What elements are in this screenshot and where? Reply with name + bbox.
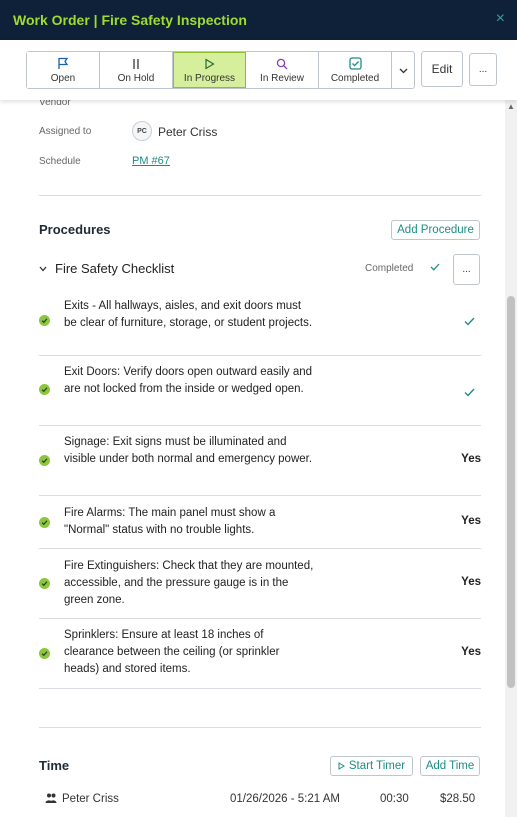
magnifier-icon [276, 57, 288, 71]
check-circle-icon [39, 384, 50, 395]
time-entry-person: Peter Criss [62, 793, 119, 805]
checkmark-icon [430, 262, 440, 274]
procedure-item-text: Signage: Exit signs must be illuminated … [64, 436, 313, 465]
checklist-title[interactable]: Fire Safety Checklist [55, 261, 174, 276]
status-in-review-label: In Review [260, 72, 304, 84]
status-open-label: Open [50, 72, 76, 84]
add-time-button[interactable]: Add Time [420, 756, 480, 776]
checkmark-icon[interactable] [464, 385, 475, 400]
procedure-answer[interactable]: Yes [461, 576, 481, 588]
procedure-item-text: Exits - All hallways, aisles, and exit d… [64, 300, 313, 329]
chevron-down-icon[interactable] [39, 264, 47, 275]
procedure-item: Exit Doors: Verify doors open outward ea… [39, 356, 481, 426]
procedure-item-text: Fire Alarms: The main panel must show a … [64, 507, 276, 536]
checklist-more-button[interactable]: ... [453, 254, 480, 285]
status-on-hold-label: On Hold [117, 72, 155, 84]
pause-icon [131, 57, 141, 71]
schedule-label: Schedule [39, 156, 81, 167]
title-bar: Work Order | Fire Safety Inspection × [0, 0, 517, 40]
checkmark-icon[interactable] [464, 314, 475, 329]
divider [39, 195, 481, 196]
time-entry-duration: 00:30 [380, 793, 409, 805]
check-circle-icon [39, 578, 50, 589]
status-completed-button[interactable]: Completed [319, 52, 392, 88]
check-circle-icon [39, 315, 50, 326]
schedule-link[interactable]: PM #67 [132, 155, 170, 167]
procedure-answer[interactable]: Yes [461, 453, 481, 465]
start-timer-button[interactable]: Start Timer [330, 756, 413, 776]
scroll-up-arrow-icon[interactable]: ▲ [507, 102, 515, 111]
status-dropdown-button[interactable] [392, 52, 414, 88]
procedures-heading: Procedures [39, 222, 111, 237]
status-toolbar: Open On Hold In Progress In Review Compl… [0, 40, 517, 100]
status-in-progress-label: In Progress [183, 72, 236, 84]
checklist-status: Completed [365, 263, 414, 274]
check-circle-icon [39, 517, 50, 528]
status-on-hold-button[interactable]: On Hold [100, 52, 173, 88]
scrollbar-thumb[interactable] [507, 296, 515, 688]
procedure-item: Sprinklers: Ensure at least 18 inches of… [39, 619, 481, 689]
chevron-down-icon [399, 61, 408, 79]
procedure-item: Fire Alarms: The main panel must show a … [39, 496, 481, 549]
status-button-group: Open On Hold In Progress In Review Compl… [26, 51, 415, 89]
procedure-item: Fire Extinguishers: Check that they are … [39, 549, 481, 619]
procedure-item: Signage: Exit signs must be illuminated … [39, 426, 481, 496]
procedure-item-text: Fire Extinguishers: Check that they are … [64, 560, 314, 606]
status-open-button[interactable]: Open [27, 52, 100, 88]
procedure-item: Exits - All hallways, aisles, and exit d… [39, 292, 481, 356]
play-icon [338, 762, 345, 770]
status-in-review-button[interactable]: In Review [246, 52, 319, 88]
play-icon [204, 57, 215, 71]
check-circle-icon [39, 455, 50, 466]
avatar: PC [132, 121, 152, 141]
vendor-label: Vendor [39, 100, 71, 108]
edit-button[interactable]: Edit [421, 51, 463, 87]
scrollbar[interactable]: ▲ [505, 100, 517, 817]
check-circle-icon [39, 648, 50, 659]
check-square-icon [348, 57, 362, 71]
close-icon[interactable]: × [496, 10, 505, 28]
checklist-header: Fire Safety Checklist Completed ... [39, 254, 481, 286]
status-in-progress-button[interactable]: In Progress [173, 52, 246, 88]
window-title: Work Order | Fire Safety Inspection [13, 12, 247, 28]
flag-icon [57, 57, 69, 71]
work-order-content: Vendor Assigned to PC Peter Criss Schedu… [0, 100, 505, 817]
time-entry-row[interactable]: Peter Criss 01/26/2026 - 5:21 AM 00:30 $… [39, 790, 481, 810]
divider [39, 727, 481, 728]
more-options-button[interactable]: ... [469, 53, 497, 86]
start-timer-label: Start Timer [348, 760, 406, 772]
procedure-answer[interactable]: Yes [461, 515, 481, 527]
assignee-name[interactable]: Peter Criss [158, 125, 217, 139]
time-entry-cost: $28.50 [440, 793, 476, 805]
people-icon [45, 792, 57, 807]
time-heading: Time [39, 758, 70, 773]
time-entry-datetime: 01/26/2026 - 5:21 AM [230, 793, 340, 805]
procedure-item-text: Sprinklers: Ensure at least 18 inches of… [64, 629, 280, 675]
assigned-to-label: Assigned to [39, 126, 92, 137]
procedure-answer[interactable]: Yes [461, 646, 481, 658]
add-procedure-button[interactable]: Add Procedure [391, 220, 480, 240]
procedure-item-text: Exit Doors: Verify doors open outward ea… [64, 366, 313, 395]
status-completed-label: Completed [330, 72, 380, 84]
